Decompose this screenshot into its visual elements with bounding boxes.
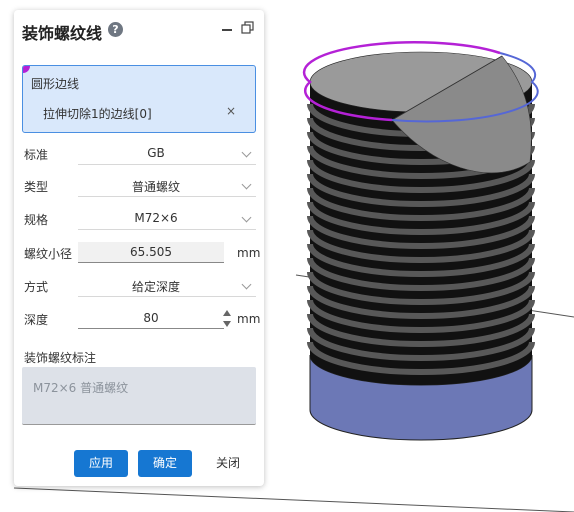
minor-diameter-field: 65.505 (78, 242, 224, 263)
standard-row: 标准 GB (22, 143, 256, 165)
annotation-text: M72×6 普通螺纹 (33, 381, 129, 395)
depth-unit: mm (237, 312, 261, 326)
selection-color-marker (23, 66, 30, 73)
depth-row: 深度 80 mm (22, 308, 260, 330)
method-value: 给定深度 (131, 280, 180, 294)
standard-label: 标准 (24, 148, 49, 162)
remove-selection-icon[interactable]: × (226, 104, 236, 118)
spec-label: 规格 (24, 213, 49, 227)
chevron-down-icon (241, 179, 252, 190)
spec-row: 规格 M72×6 (22, 208, 256, 230)
restore-window-icon[interactable] (240, 20, 256, 36)
depth-label: 深度 (24, 313, 49, 327)
minor-diameter-label: 螺纹小径 (24, 247, 73, 261)
selected-edge-item[interactable]: 拉伸切除1的边线[0] (43, 105, 152, 122)
chevron-down-icon (241, 147, 252, 158)
type-dropdown[interactable]: 普通螺纹 (78, 175, 256, 197)
method-row: 方式 给定深度 (22, 275, 256, 297)
annotation-textarea[interactable]: M72×6 普通螺纹 (22, 367, 256, 425)
chevron-down-icon (241, 279, 252, 290)
selection-title: 圆形边线 (31, 77, 80, 91)
standard-value: GB (147, 146, 165, 160)
edge-selection-box[interactable]: 圆形边线 拉伸切除1的边线[0] × (22, 65, 256, 133)
minimize-icon[interactable] (220, 18, 234, 38)
threaded-cylinder[interactable] (302, 41, 539, 441)
chevron-down-icon (241, 212, 252, 223)
minor-diameter-row: 螺纹小径 65.505 mm (22, 242, 260, 264)
ok-button[interactable]: 确定 (138, 450, 192, 477)
method-dropdown[interactable]: 给定深度 (78, 275, 256, 297)
spec-value: M72×6 (134, 211, 178, 225)
type-value: 普通螺纹 (131, 180, 180, 194)
spec-dropdown[interactable]: M72×6 (78, 208, 256, 230)
standard-dropdown[interactable]: GB (78, 143, 256, 165)
help-icon[interactable]: ? (108, 22, 123, 37)
annotation-label: 装饰螺纹标注 (24, 351, 97, 365)
minor-diameter-unit: mm (237, 246, 261, 260)
cosmetic-thread-dialog: 装饰螺纹线 ? 圆形边线 拉伸切除1的边线[0] × 标准 GB 类型 普通螺纹… (14, 10, 264, 486)
type-label: 类型 (24, 180, 49, 194)
method-label: 方式 (24, 280, 49, 294)
apply-button[interactable]: 应用 (74, 450, 128, 477)
type-row: 类型 普通螺纹 (22, 175, 256, 197)
close-button[interactable]: 关闭 (206, 450, 250, 477)
depth-input[interactable]: 80 (78, 308, 224, 329)
dialog-title: 装饰螺纹线 (22, 24, 103, 43)
up-down-spinner-icon[interactable] (222, 308, 232, 329)
